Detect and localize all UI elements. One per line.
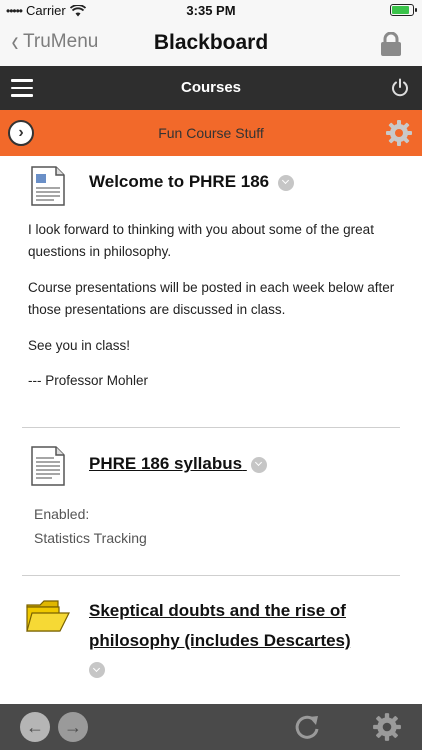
section-bar: › Fun Course Stuff bbox=[0, 110, 422, 156]
chevron-down-icon[interactable] bbox=[250, 456, 267, 473]
item-title-text: Welcome to PHRE 186 bbox=[89, 172, 270, 191]
navigation-bar: ‹ TruMenu Blackboard bbox=[0, 22, 422, 66]
item-title-welcome: Welcome to PHRE 186 bbox=[89, 167, 294, 197]
refresh-icon[interactable] bbox=[292, 712, 322, 742]
document-icon bbox=[31, 446, 65, 486]
status-bar: ••••• Carrier 3:35 PM bbox=[0, 0, 422, 22]
welcome-paragraph-2: Course presentations will be posted in e… bbox=[28, 280, 395, 317]
power-icon[interactable] bbox=[390, 78, 410, 98]
arrow-right-icon[interactable]: → bbox=[58, 712, 88, 742]
arrow-left-icon[interactable]: ← bbox=[20, 712, 50, 742]
section-title: Fun Course Stuff bbox=[158, 125, 264, 141]
welcome-paragraph-3: See you in class! bbox=[28, 338, 131, 353]
syllabus-meta-enabled: Enabled: bbox=[34, 506, 90, 522]
battery-icon bbox=[390, 4, 417, 16]
chevron-down-icon[interactable] bbox=[277, 174, 294, 191]
page-title: Blackboard bbox=[153, 31, 269, 54]
skeptical-link[interactable]: Skeptical doubts and the rise of philoso… bbox=[89, 601, 351, 650]
syllabus-link[interactable]: PHRE 186 syllabus bbox=[89, 454, 242, 473]
item-title-skeptical[interactable]: Skeptical doubts and the rise of philoso… bbox=[89, 596, 389, 656]
lock-icon[interactable] bbox=[380, 32, 402, 56]
folder-icon bbox=[26, 600, 70, 632]
gear-icon[interactable] bbox=[385, 119, 413, 147]
chevron-down-icon[interactable] bbox=[89, 662, 105, 678]
divider bbox=[22, 575, 400, 576]
clock: 3:35 PM bbox=[186, 3, 236, 18]
item-title-syllabus[interactable]: PHRE 186 syllabus bbox=[89, 449, 267, 479]
syllabus-meta-tracking: Statistics Tracking bbox=[34, 530, 147, 546]
courses-title: Courses bbox=[180, 79, 242, 96]
welcome-paragraph-4: --- Professor Mohler bbox=[28, 373, 149, 388]
divider bbox=[22, 427, 400, 428]
bottom-toolbar: ← → bbox=[0, 704, 422, 750]
courses-bar: Courses bbox=[0, 66, 422, 110]
document-icon bbox=[31, 166, 65, 206]
course-content: Welcome to PHRE 186 I look forward to th… bbox=[0, 156, 422, 704]
gear-icon[interactable] bbox=[372, 712, 402, 742]
welcome-paragraph-1: I look forward to thinking with you abou… bbox=[28, 222, 374, 259]
